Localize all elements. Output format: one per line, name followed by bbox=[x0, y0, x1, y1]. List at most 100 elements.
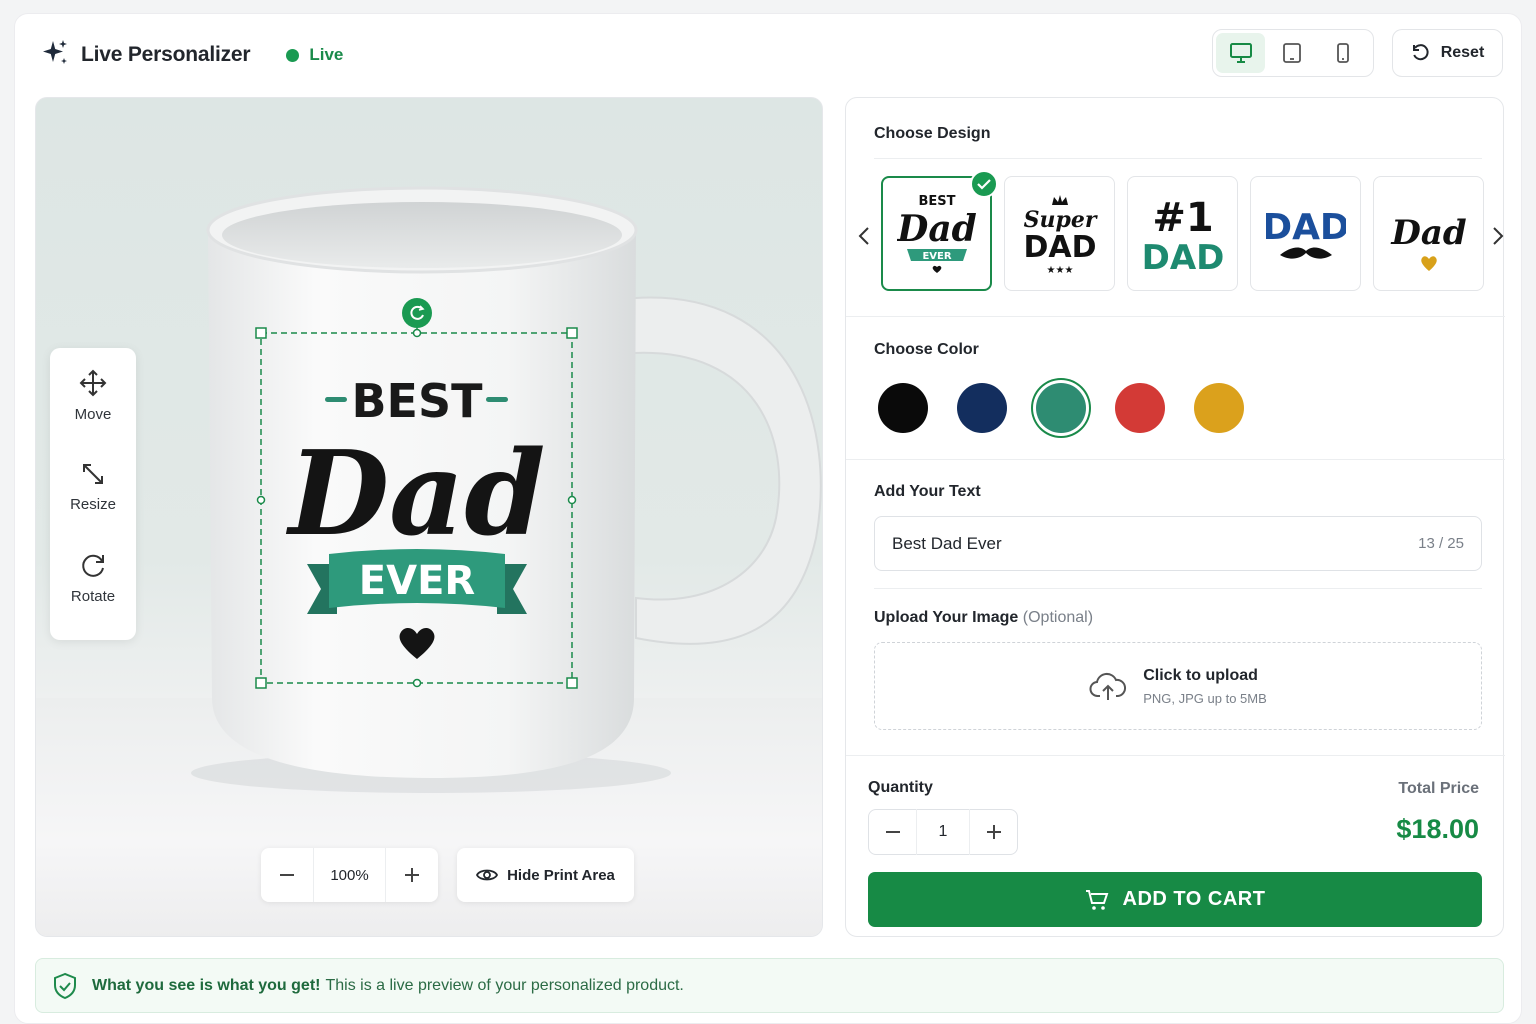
designs-next-button[interactable] bbox=[1486, 221, 1510, 251]
chevron-right-icon bbox=[1493, 227, 1504, 245]
customization-panel: Choose Design BEST Dad EVER Super DAD ★★… bbox=[845, 97, 1505, 937]
divider bbox=[846, 459, 1505, 460]
add-text-title: Add Your Text bbox=[874, 483, 981, 500]
rotate-tool-label: Rotate bbox=[70, 588, 116, 605]
divider bbox=[846, 316, 1505, 317]
divider bbox=[846, 755, 1505, 756]
resize-icon bbox=[83, 464, 103, 484]
cart-icon bbox=[1085, 889, 1108, 910]
image-upload-dropzone[interactable]: Click to upload PNG, JPG up to 5MB bbox=[874, 642, 1482, 730]
quantity-stepper: 1 bbox=[868, 809, 1018, 855]
hide-print-area-button[interactable]: Hide Print Area bbox=[457, 848, 634, 902]
mobile-view-button[interactable] bbox=[1319, 33, 1368, 73]
add-to-cart-label: ADD TO CART bbox=[1122, 888, 1266, 910]
color-swatch-teal[interactable] bbox=[1036, 383, 1086, 433]
wysiwyg-banner: What you see is what you get! This is a … bbox=[35, 958, 1504, 1013]
plus-icon bbox=[986, 825, 1001, 839]
sparkle-icon bbox=[41, 39, 69, 72]
design-dad-text: Dad bbox=[286, 426, 546, 562]
desktop-icon bbox=[1229, 43, 1252, 63]
move-tool-label: Move bbox=[74, 406, 112, 423]
svg-text:DAD: DAD bbox=[1023, 230, 1096, 265]
desktop-view-button[interactable] bbox=[1216, 33, 1266, 73]
color-swatch-red[interactable] bbox=[1115, 383, 1165, 433]
quantity-decrease-button[interactable] bbox=[869, 809, 916, 855]
selected-check-icon bbox=[970, 170, 998, 198]
add-to-cart-button[interactable]: ADD TO CART bbox=[868, 872, 1482, 927]
chevron-left-icon bbox=[858, 227, 869, 245]
upload-title-label: Upload Your Image bbox=[874, 609, 1019, 626]
choose-color-title: Choose Color bbox=[874, 341, 979, 358]
zoom-level: 100% bbox=[313, 848, 386, 902]
hide-print-area-label: Hide Print Area bbox=[507, 866, 615, 884]
zoom-in-button[interactable] bbox=[386, 848, 438, 902]
design-card-dad-heart[interactable]: Dad bbox=[1373, 176, 1484, 291]
quantity-value[interactable]: 1 bbox=[916, 809, 970, 855]
banner-bold-text: What you see is what you get! bbox=[92, 976, 321, 994]
design-card-number-one-dad[interactable]: #1 DAD bbox=[1127, 176, 1238, 291]
live-status-label: Live bbox=[309, 45, 344, 64]
design-thumb-dad-heart: Dad bbox=[1390, 213, 1467, 271]
move-tool[interactable]: Move bbox=[63, 354, 123, 442]
design-best-text: BEST bbox=[352, 374, 484, 428]
design-card-best-dad-ever[interactable]: BEST Dad EVER bbox=[881, 170, 998, 291]
design-thumb-best-dad-ever: BEST Dad EVER bbox=[897, 194, 977, 273]
product-preview: BEST Dad EVER Move Resize Rotate 100% Hi… bbox=[35, 97, 823, 937]
design-card-super-dad[interactable]: Super DAD ★★★ bbox=[1004, 176, 1115, 291]
header: Live Personalizer Live bbox=[41, 39, 343, 72]
resize-tool-label: Resize bbox=[70, 496, 116, 513]
color-swatches bbox=[878, 383, 1273, 433]
choose-design-title: Choose Design bbox=[874, 125, 991, 142]
reset-button[interactable]: Reset bbox=[1392, 29, 1503, 77]
design-carousel: BEST Dad EVER Super DAD ★★★ #1 DAD DAD D… bbox=[881, 170, 1496, 291]
total-price-title: Total Price bbox=[1398, 780, 1479, 797]
zoom-control: 100% bbox=[261, 848, 438, 902]
cloud-upload-icon bbox=[1089, 672, 1127, 700]
live-dot-icon bbox=[286, 48, 300, 62]
divider bbox=[874, 588, 1482, 589]
reset-icon bbox=[1412, 44, 1429, 61]
move-icon bbox=[79, 369, 107, 397]
designs-prev-button[interactable] bbox=[852, 221, 876, 251]
print-area[interactable]: BEST Dad EVER bbox=[251, 296, 581, 696]
color-swatch-black[interactable] bbox=[878, 383, 928, 433]
upload-main-text: Click to upload bbox=[1143, 666, 1258, 684]
banner-text: This is a live preview of your personali… bbox=[325, 976, 684, 994]
quantity-title: Quantity bbox=[868, 779, 933, 796]
quantity-increase-button[interactable] bbox=[970, 809, 1017, 855]
svg-text:BEST: BEST bbox=[918, 194, 955, 209]
upload-title: Upload Your Image (Optional) bbox=[874, 609, 1093, 627]
design-card-dad-mustache[interactable]: DAD bbox=[1250, 176, 1361, 291]
live-status: Live bbox=[286, 45, 343, 65]
design-thumb-super-dad: Super DAD ★★★ bbox=[1023, 194, 1097, 276]
eye-icon bbox=[476, 869, 499, 881]
zoom-out-button[interactable] bbox=[261, 848, 313, 902]
svg-text:#1: #1 bbox=[1152, 195, 1213, 241]
color-swatch-gold[interactable] bbox=[1194, 383, 1244, 433]
rotate-tool[interactable]: Rotate bbox=[63, 538, 123, 626]
personalizer-app: Live Personalizer Live Reset BEST Dad EV… bbox=[14, 13, 1522, 1024]
svg-text:Dad: Dad bbox=[897, 208, 977, 250]
tablet-icon bbox=[1283, 43, 1301, 63]
total-price-value: $18.00 bbox=[1396, 814, 1479, 844]
reset-label: Reset bbox=[1440, 44, 1485, 61]
design-thumb-number-one-dad: #1 DAD bbox=[1143, 195, 1223, 278]
character-counter: 13 / 25 bbox=[1418, 535, 1464, 552]
custom-text-input[interactable]: Best Dad Ever 13 / 25 bbox=[874, 516, 1482, 571]
custom-text-value: Best Dad Ever bbox=[892, 533, 1002, 553]
svg-text:EVER: EVER bbox=[922, 251, 951, 262]
rotate-icon bbox=[82, 554, 104, 577]
resize-tool[interactable]: Resize bbox=[63, 446, 123, 534]
minus-icon bbox=[885, 831, 900, 833]
tablet-view-button[interactable] bbox=[1267, 33, 1316, 73]
plus-icon bbox=[405, 868, 419, 882]
svg-text:Dad: Dad bbox=[1390, 213, 1467, 253]
svg-text:★★★: ★★★ bbox=[1046, 265, 1073, 276]
svg-text:DAD: DAD bbox=[1143, 238, 1223, 278]
shield-check-icon bbox=[54, 972, 76, 999]
device-switcher bbox=[1212, 29, 1374, 77]
minus-icon bbox=[280, 874, 294, 876]
divider bbox=[874, 158, 1482, 159]
design-ever-text: EVER bbox=[359, 558, 475, 604]
color-swatch-navy[interactable] bbox=[957, 383, 1007, 433]
